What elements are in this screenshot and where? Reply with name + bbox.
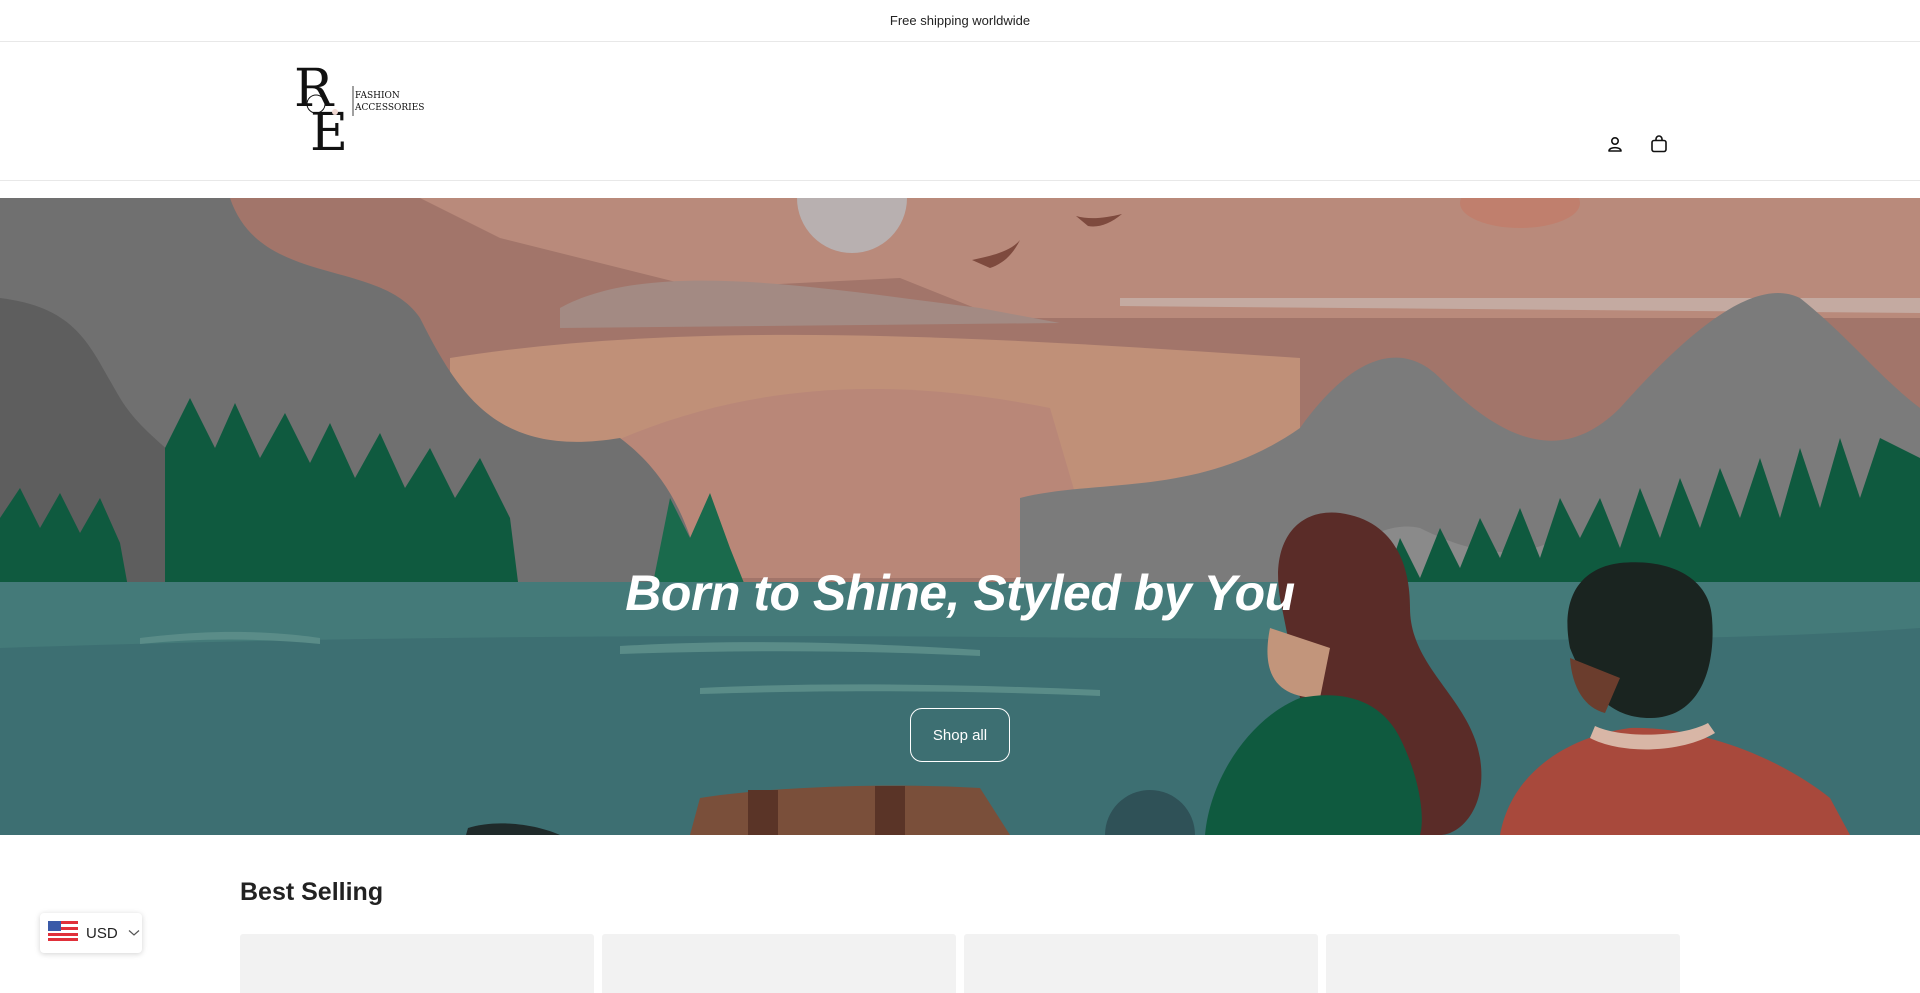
announcement-bar: Free shipping worldwide	[0, 0, 1920, 42]
site-header: R E FASHION ACCESSORIES	[0, 42, 1920, 181]
currency-code: USD	[86, 924, 118, 942]
cart-icon[interactable]	[1648, 133, 1670, 155]
hero-banner: Born to Shine, Styled by You Shop all	[0, 198, 1920, 835]
svg-text:E: E	[310, 103, 348, 154]
chevron-down-icon	[128, 924, 140, 942]
us-flag-icon	[48, 920, 78, 946]
announcement-text: Free shipping worldwide	[889, 13, 1031, 28]
account-icon[interactable]	[1604, 133, 1626, 155]
currency-selector[interactable]: USD	[40, 913, 142, 953]
product-card[interactable]	[964, 934, 1318, 993]
hero-title: Born to Shine, Styled by You	[625, 565, 1295, 621]
product-card[interactable]	[240, 934, 594, 993]
logo-line-2: ACCESSORIES	[354, 103, 424, 113]
product-card[interactable]	[1326, 934, 1680, 993]
best-selling-title: Best Selling	[240, 878, 384, 906]
shop-all-button[interactable]: Shop all	[910, 708, 1010, 762]
logo-line-1: FASHION	[355, 91, 400, 101]
product-grid	[240, 934, 1680, 993]
store-logo[interactable]: R E FASHION ACCESSORIES	[292, 54, 428, 163]
product-card[interactable]	[602, 934, 956, 993]
